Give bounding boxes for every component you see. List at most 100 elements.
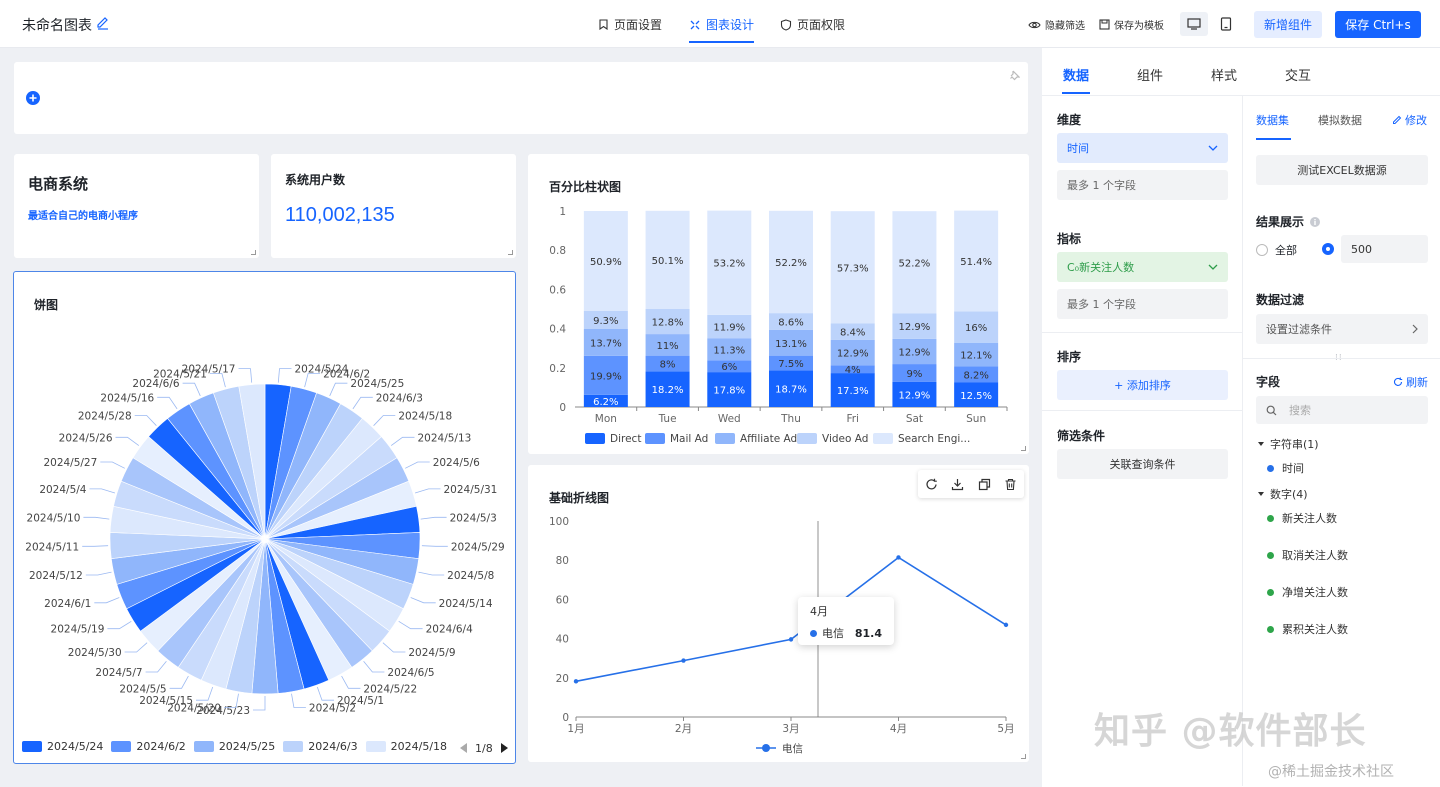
tab-dataset[interactable]: 数据集 xyxy=(1256,112,1289,128)
tooltip-title: 4月 xyxy=(810,605,828,618)
field-item-number[interactable]: 新关注人数 xyxy=(1267,510,1337,526)
tab-page-settings[interactable]: 页面设置 xyxy=(598,16,662,33)
hide-filter-button[interactable]: 隐藏筛选 xyxy=(1028,17,1085,32)
pie-label: 2024/5/17 xyxy=(182,364,236,376)
pie-label-line xyxy=(169,675,189,689)
pie-label: 2024/5/31 xyxy=(444,484,498,496)
dimension-dropzone[interactable]: 最多 1 个字段 xyxy=(1057,170,1228,200)
dimension-select[interactable]: 时间 xyxy=(1057,133,1228,163)
bar-data-label: 13.7% xyxy=(590,338,622,349)
line-point xyxy=(896,555,901,560)
metric-dropzone[interactable]: 最多 1 个字段 xyxy=(1057,289,1228,319)
pie-label: 2024/5/15 xyxy=(139,695,193,707)
save-button[interactable]: 保存 Ctrl+s xyxy=(1335,11,1421,38)
add-filter-icon[interactable] xyxy=(26,91,40,105)
metric-label: 指标 xyxy=(1057,232,1082,246)
pie-label-line xyxy=(291,693,306,708)
legend-prev-icon[interactable] xyxy=(460,743,468,753)
y-tick-label: 100 xyxy=(549,516,569,528)
legend-swatch xyxy=(645,433,665,444)
tab-interaction[interactable]: 交互 xyxy=(1285,65,1311,84)
resize-handle[interactable] xyxy=(1021,754,1026,759)
edit-icon[interactable] xyxy=(96,16,110,30)
search-icon xyxy=(1266,405,1277,415)
legend-item[interactable]: 2024/6/3 xyxy=(283,740,358,753)
resize-handle[interactable] xyxy=(1021,446,1026,451)
tab-page-permission[interactable]: 页面权限 xyxy=(780,16,845,33)
pie-chart-card[interactable]: 饼图 2024/5/24 2024/6/2 2024/5/25 2024/6/3 202… xyxy=(13,271,516,764)
radio-all[interactable]: 全部 xyxy=(1256,242,1297,258)
bar-data-label: 52.2% xyxy=(899,258,931,269)
legend-item[interactable]: 2024/5/25 xyxy=(193,740,275,753)
caret-down-icon xyxy=(1258,442,1264,446)
field-name: 时间 xyxy=(1282,462,1304,475)
datasource-button[interactable]: 测试EXCEL数据源 xyxy=(1256,155,1428,185)
divider xyxy=(1242,96,1243,786)
info-icon[interactable] xyxy=(1310,216,1321,227)
bar-data-label: 17.3% xyxy=(837,386,869,397)
bar-data-label: 51.4% xyxy=(960,257,992,268)
number-group[interactable]: 数字(4) xyxy=(1258,486,1308,502)
pie-label-line xyxy=(124,642,148,653)
number-dot xyxy=(1267,588,1274,596)
resize-handle[interactable] xyxy=(251,250,256,255)
data-filter-select[interactable]: 设置过滤条件 xyxy=(1256,314,1428,344)
legend-next-icon[interactable] xyxy=(500,743,508,753)
pie-label-line xyxy=(421,545,448,547)
user-count-value: 110,002,135 xyxy=(285,204,395,226)
refresh-fields-button[interactable]: 刷新 xyxy=(1393,374,1428,390)
pie-label: 2024/5/19 xyxy=(51,624,105,636)
field-item-time[interactable]: 时间 xyxy=(1267,460,1304,476)
dimension-hint: 最多 1 个字段 xyxy=(1067,179,1136,192)
y-tick-label: 1 xyxy=(559,206,566,218)
bar-data-label: 12.9% xyxy=(899,347,931,358)
save-icon xyxy=(1099,19,1110,30)
tab-style[interactable]: 样式 xyxy=(1211,65,1237,84)
user-count-card[interactable]: 系统用户数 110,002,135 xyxy=(271,154,516,258)
pie-label-line xyxy=(373,415,396,426)
fields-label: 字段 xyxy=(1256,375,1281,389)
field-name: 净增关注人数 xyxy=(1282,586,1348,599)
string-group[interactable]: 字符串(1) xyxy=(1258,436,1319,452)
radio-all-control[interactable] xyxy=(1256,244,1268,256)
bar-data-label: 12.9% xyxy=(899,322,931,333)
page-title[interactable]: 未命名图表 xyxy=(22,15,92,35)
mobile-view-button[interactable] xyxy=(1212,12,1240,36)
search-placeholder: 搜索 xyxy=(1289,404,1311,417)
bar-data-label: 12.8% xyxy=(652,318,684,329)
field-search-input[interactable]: 搜索 xyxy=(1256,396,1428,424)
edit-dataset-link[interactable]: 修改 xyxy=(1392,112,1427,128)
pie-label-line xyxy=(83,516,110,520)
query-condition-button[interactable]: 关联查询条件 xyxy=(1057,449,1228,479)
desktop-view-button[interactable] xyxy=(1180,12,1208,36)
tab-mock-data[interactable]: 模拟数据 xyxy=(1318,112,1362,128)
pie-label: 2024/5/13 xyxy=(417,432,471,444)
limit-input[interactable]: 500 xyxy=(1341,235,1428,263)
pin-icon[interactable] xyxy=(1009,70,1020,81)
ecommerce-card[interactable]: 电商系统 最适合自己的电商小程序 xyxy=(14,154,259,258)
line-chart-card[interactable]: 基础折线图 0 20 40 60 80 100 1月 2月 3月 4月 5月 电信 4月 电信 81.… xyxy=(528,465,1029,762)
tab-chart-design[interactable]: 图表设计 xyxy=(689,16,755,43)
legend-item[interactable]: 2024/5/18 xyxy=(365,740,447,753)
tab-data[interactable]: 数据 xyxy=(1063,65,1089,84)
stacked-bar-card[interactable]: 百分比柱状图 0 0.2 0.4 0.6 0.8 1 6.2% 19.9% 13.7% 9.3% 5… xyxy=(528,154,1029,454)
field-item-number[interactable]: 累积关注人数 xyxy=(1267,621,1348,637)
resize-handle[interactable] xyxy=(508,250,513,255)
legend-item[interactable]: 2024/5/24 xyxy=(22,740,103,753)
legend-item[interactable]: 2024/6/2 xyxy=(111,740,186,753)
stacked-bar-chart: 0 0.2 0.4 0.6 0.8 1 6.2% 19.9% 13.7% 9.3% 50.9% Mon… xyxy=(549,206,1008,445)
add-component-button[interactable]: 新增组件 xyxy=(1254,11,1322,38)
x-tick-label: Mon xyxy=(595,413,617,425)
limit-value: 500 xyxy=(1351,242,1372,256)
save-template-button[interactable]: 保存为模板 xyxy=(1099,17,1164,32)
radio-limit-control[interactable] xyxy=(1322,243,1334,255)
add-sort-button[interactable]: + 添加排序 xyxy=(1057,370,1228,400)
pie-label-line xyxy=(107,620,132,630)
tab-component[interactable]: 组件 xyxy=(1137,65,1163,84)
pie-label: 2024/5/4 xyxy=(39,484,86,496)
metric-select[interactable]: C₀新关注人数 xyxy=(1057,252,1228,282)
legend-swatch xyxy=(22,741,42,752)
field-item-number[interactable]: 取消关注人数 xyxy=(1267,547,1348,563)
field-item-number[interactable]: 净增关注人数 xyxy=(1267,584,1348,600)
bar-data-label: 8.2% xyxy=(963,370,988,381)
